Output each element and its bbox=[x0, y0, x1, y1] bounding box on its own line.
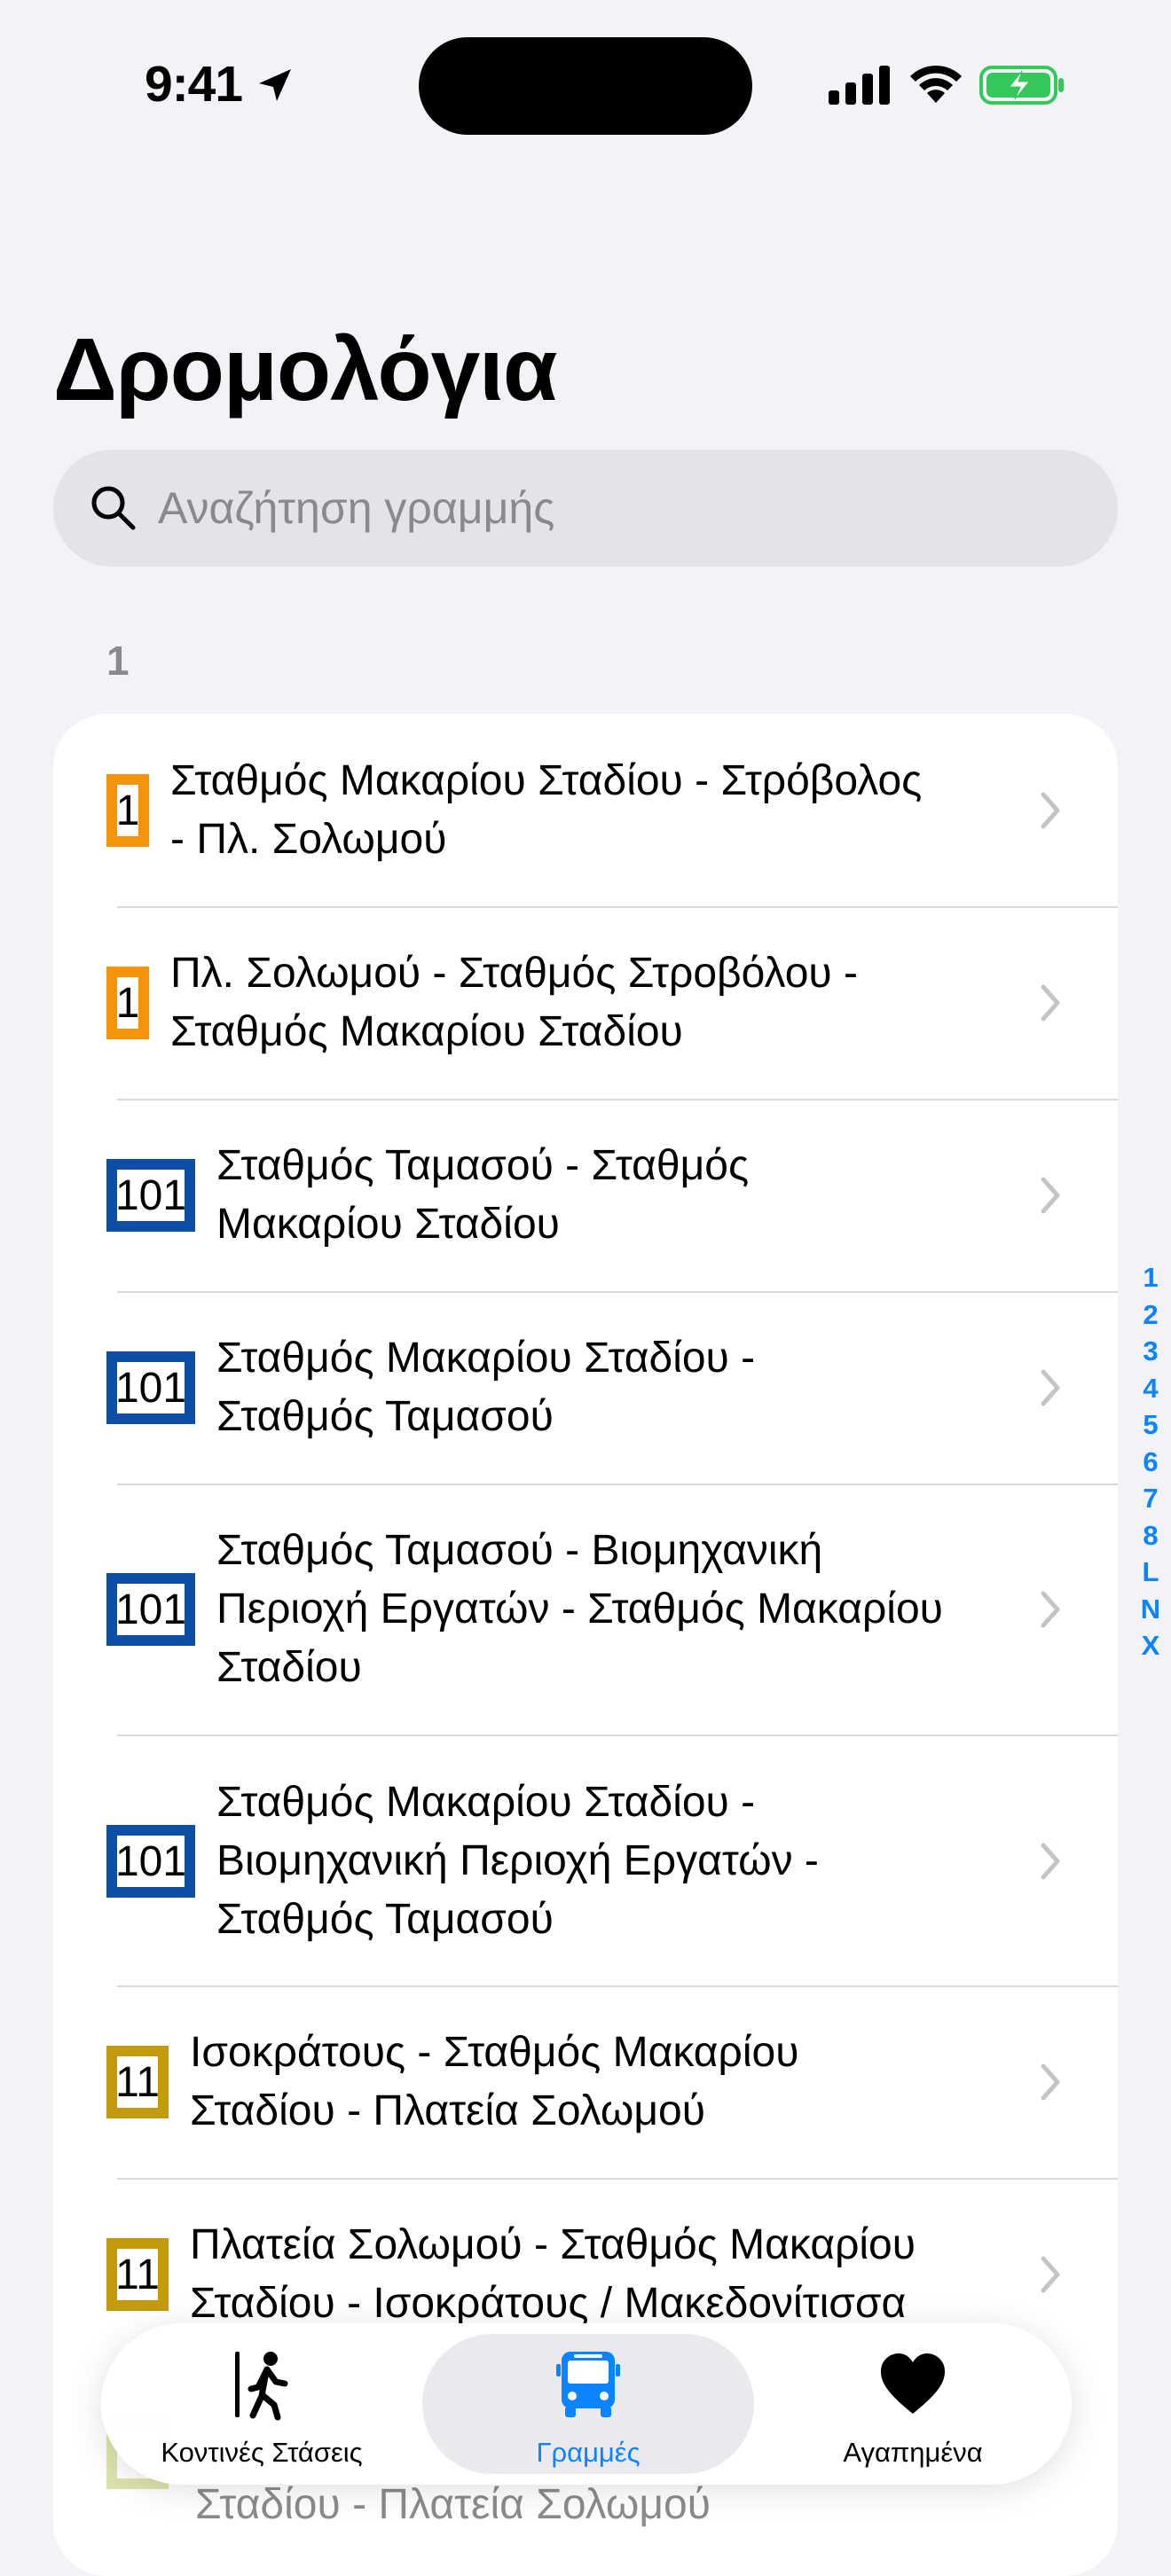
walking-person-icon bbox=[235, 2352, 288, 2421]
tab-routes[interactable]: Γραμμές bbox=[422, 2323, 754, 2485]
chevron-right-icon bbox=[1041, 1369, 1060, 1406]
index-letter[interactable]: 4 bbox=[1137, 1370, 1164, 1407]
location-arrow-icon bbox=[259, 69, 291, 101]
index-letter[interactable]: 5 bbox=[1137, 1406, 1164, 1444]
wifi-icon bbox=[910, 65, 962, 103]
route-badge: 101 bbox=[106, 1825, 195, 1898]
route-row[interactable]: 1 Σταθμός Μακαρίου Σταδίου - Στρόβολος - … bbox=[53, 714, 1118, 906]
index-letter[interactable]: 1 bbox=[1137, 1259, 1164, 1296]
tab-nearby-stops[interactable]: Κοντινές Στάσεις bbox=[101, 2323, 422, 2485]
route-row[interactable]: 101 Σταθμός Μακαρίου Σταδίου - Βιομηχανικ… bbox=[53, 1735, 1118, 1986]
status-bar: 9:41 bbox=[0, 0, 1171, 168]
heart-icon bbox=[881, 2353, 945, 2414]
routes-list: 1 Σταθμός Μακαρίου Σταδίου - Στρόβολος - … bbox=[53, 714, 1118, 2576]
section-header: 1 bbox=[106, 638, 130, 684]
route-name: Σταθμός Ταμασού - Βιομηχανική Περιοχή Εργ… bbox=[216, 1527, 943, 1691]
route-name: Πλ. Σολωμού - Σταθμός Στροβόλου - Σταθμός… bbox=[170, 950, 858, 1055]
battery-charging-icon bbox=[979, 66, 1064, 105]
route-badge: 101 bbox=[106, 1573, 195, 1646]
chevron-right-icon bbox=[1041, 984, 1060, 1022]
tab-label: Κοντινές Στάσεις bbox=[161, 2437, 363, 2468]
index-letter[interactable]: 7 bbox=[1137, 1480, 1164, 1517]
route-badge: 1 bbox=[106, 774, 149, 847]
chevron-right-icon bbox=[1041, 1591, 1060, 1628]
status-time: 9:41 bbox=[145, 56, 243, 113]
route-row[interactable]: 101 Σταθμός Ταμασού - Βιομηχανική Περιοχή… bbox=[53, 1484, 1118, 1734]
index-letter[interactable]: 2 bbox=[1137, 1296, 1164, 1334]
chevron-right-icon bbox=[1041, 2256, 1060, 2293]
section-index-bar[interactable]: 1 2 3 4 5 6 7 8 L N X bbox=[1137, 1259, 1164, 1664]
route-badge: 11 bbox=[106, 2238, 169, 2311]
route-name: Σταθμός Ταμασού - Σταθμός Μακαρίου Σταδίο… bbox=[216, 1142, 750, 1248]
index-letter[interactable]: X bbox=[1137, 1627, 1164, 1664]
route-row[interactable]: 101 Σταθμός Μακαρίου Σταδίου - Σταθμός Τα… bbox=[53, 1292, 1118, 1484]
route-row[interactable]: 101 Σταθμός Ταμασού - Σταθμός Μακαρίου Στ… bbox=[53, 1100, 1118, 1291]
route-badge: 11 bbox=[106, 2046, 169, 2118]
route-badge: 101 bbox=[106, 1159, 195, 1232]
page-title: Δρομολόγια bbox=[53, 320, 557, 419]
route-row[interactable]: 1 Πλ. Σολωμού - Σταθμός Στροβόλου - Σταθμ… bbox=[53, 907, 1118, 1099]
chevron-right-icon bbox=[1041, 2063, 1060, 2101]
chevron-right-icon bbox=[1041, 1177, 1060, 1214]
tab-label: Γραμμές bbox=[536, 2437, 641, 2468]
route-badge: 1 bbox=[106, 967, 149, 1039]
chevron-right-icon bbox=[1041, 1843, 1060, 1880]
index-letter[interactable]: L bbox=[1137, 1554, 1164, 1591]
dynamic-island bbox=[419, 37, 752, 135]
index-letter[interactable]: 6 bbox=[1137, 1444, 1164, 1481]
index-letter[interactable]: 3 bbox=[1137, 1333, 1164, 1370]
route-name: Σταθμός Μακαρίου Σταδίου - Σταθμός Ταμασο… bbox=[216, 1335, 756, 1440]
tab-bar: Κοντινές Στάσεις Γραμμές Αγαπημένα bbox=[101, 2323, 1072, 2485]
route-name: Σταθμός Μακαρίου Σταδίου - Βιομηχανική Πε… bbox=[216, 1779, 819, 1943]
search-icon bbox=[91, 486, 136, 530]
chevron-right-icon bbox=[1041, 792, 1060, 829]
tab-favorites[interactable]: Αγαπημένα bbox=[754, 2323, 1072, 2485]
search-input[interactable] bbox=[158, 450, 1081, 567]
route-row[interactable]: 11 Ισοκράτους - Σταθμός Μακαρίου Σταδίου … bbox=[53, 1986, 1118, 2178]
route-name: Πλατεία Σολωμού - Σταθμός Μακαρίου Σταδίο… bbox=[190, 2221, 916, 2327]
bus-icon bbox=[556, 2352, 620, 2417]
tab-label: Αγαπημένα bbox=[843, 2437, 983, 2468]
index-letter[interactable]: 8 bbox=[1137, 1517, 1164, 1554]
search-bar[interactable] bbox=[53, 450, 1118, 567]
route-badge: 101 bbox=[106, 1351, 195, 1424]
route-name: Ισοκράτους - Σταθμός Μακαρίου Σταδίου - Π… bbox=[190, 2029, 799, 2134]
cellular-signal-icon bbox=[829, 66, 890, 105]
index-letter[interactable]: N bbox=[1137, 1591, 1164, 1628]
route-name: Σταθμός Μακαρίου Σταδίου - Στρόβολος - Πλ… bbox=[170, 757, 923, 863]
